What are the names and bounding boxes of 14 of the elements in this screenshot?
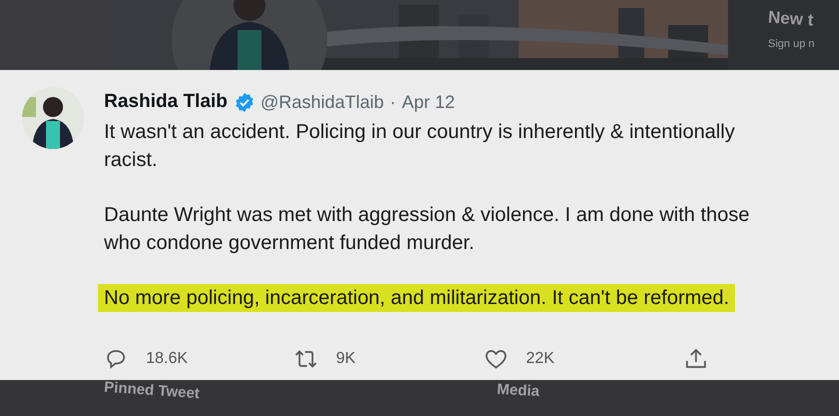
action-count: 9K [336, 350, 356, 368]
action-count: 18.6K [146, 350, 188, 368]
panel-title: New t [767, 8, 816, 32]
tweet-text: Daunte Wright was met with aggression & violence. I am done with those who condone government funded murder. [104, 203, 750, 256]
separator-dot: · [390, 92, 396, 112]
author-name[interactable]: Rashida Tlaib [104, 91, 228, 113]
profile-tab-label: Media [496, 380, 540, 400]
tweet-date[interactable]: Apr 12 [402, 92, 455, 112]
action-count: 22K [526, 350, 554, 368]
profile-tab-label: Pinned Tweet [104, 378, 200, 402]
author-handle[interactable]: @RashidaTlaib [260, 92, 384, 112]
tweet-text: No more policing, incarceration, and militarization. It can't be reformed. [98, 284, 736, 312]
panel-subtitle: Sign up n [768, 38, 816, 50]
tweet-text: It wasn't an accident. Policing in our country is inherently & intentionally racist. [104, 120, 735, 173]
